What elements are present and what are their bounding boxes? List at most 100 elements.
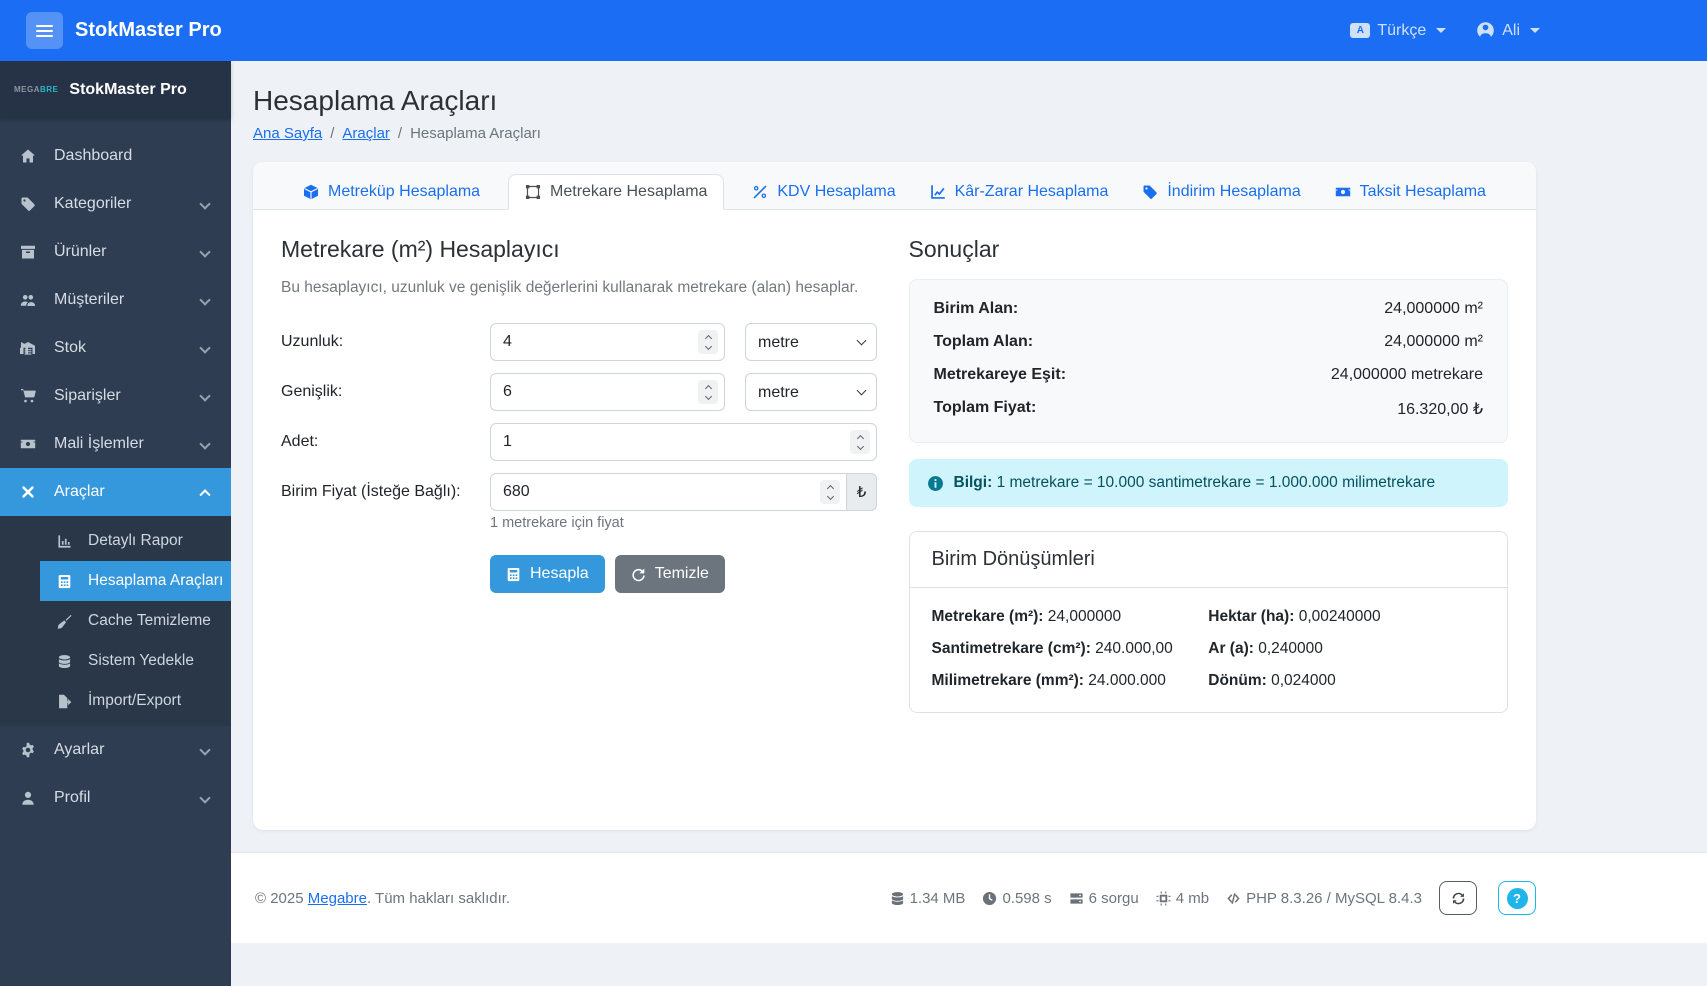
submenu-item-hesaplama-araclari[interactable]: Hesaplama Araçları xyxy=(40,561,231,601)
tab-metrekare-hesaplama[interactable]: Metrekare Hesaplama xyxy=(508,174,725,210)
conversion-row: Hektar (ha): 0,00240000 xyxy=(1208,608,1381,625)
length-unit-select[interactable]: metre xyxy=(745,323,877,361)
width-spinner[interactable] xyxy=(698,380,718,404)
width-label: Genişlik: xyxy=(281,383,343,400)
calculator-card: Metreküp Hesaplama Metrekare Hesaplama K… xyxy=(253,162,1536,830)
tab-kar-zarar-hesaplama[interactable]: Kâr-Zarar Hesaplama xyxy=(924,175,1115,209)
memory-stat: 1.34 MB xyxy=(890,890,965,907)
chevron-down-icon xyxy=(199,243,211,261)
sidebar-item-profil[interactable]: Profil xyxy=(0,774,231,822)
unit-price-spinner[interactable] xyxy=(820,480,840,504)
conversion-row: Dönüm: 0,024000 xyxy=(1208,672,1336,689)
result-row: Toplam Fiyat: 16.320,00 ₺ xyxy=(933,399,1484,418)
result-row: Birim Alan: 24,000000 m² xyxy=(933,300,1484,317)
chart-line-icon xyxy=(930,184,946,200)
clear-button[interactable]: Temizle xyxy=(614,555,725,593)
breadcrumb-ana-sayfa[interactable]: Ana Sayfa xyxy=(253,125,322,142)
width-input[interactable] xyxy=(490,373,725,411)
sidebar-item-dashboard[interactable]: Dashboard xyxy=(0,132,231,180)
refresh-button[interactable] xyxy=(1439,881,1477,915)
warehouse-icon xyxy=(20,340,46,356)
unit-price-input[interactable] xyxy=(490,473,847,511)
copyright: © 2025 Megabre. Tüm hakları saklıdır. xyxy=(255,889,511,907)
tab-kdv-hesaplama[interactable]: KDV Hesaplama xyxy=(746,175,901,209)
query-stat: 6 sorgu xyxy=(1069,890,1139,907)
quantity-input[interactable] xyxy=(490,423,877,461)
results-panel: Sonuçlar Birim Alan: 24,000000 m² Toplam… xyxy=(908,236,1508,713)
calculator-icon xyxy=(57,574,81,589)
tab-metrekup-hesaplama[interactable]: Metreküp Hesaplama xyxy=(297,175,486,209)
calculate-button[interactable]: Hesapla xyxy=(490,555,605,593)
clock-icon xyxy=(982,891,997,906)
width-unit-select[interactable]: metre xyxy=(745,373,877,411)
submenu-item-sistem-yedekle[interactable]: Sistem Yedekle xyxy=(0,641,231,681)
sidebar-item-urunler[interactable]: Ürünler xyxy=(0,228,231,276)
sidebar-item-kategoriler[interactable]: Kategoriler xyxy=(0,180,231,228)
quantity-spinner[interactable] xyxy=(850,430,870,454)
result-row: Toplam Alan: 24,000000 m² xyxy=(933,333,1484,350)
page-title: Hesaplama Araçları xyxy=(253,85,498,116)
chevron-down-icon xyxy=(199,789,211,807)
sidebar-item-mali-islemler[interactable]: Mali İşlemler xyxy=(0,420,231,468)
chevron-down-icon xyxy=(199,741,211,759)
calculator-form: Metrekare (m²) Hesaplayıcı Bu hesaplayıc… xyxy=(281,236,881,713)
sidebar-item-ayarlar[interactable]: Ayarlar xyxy=(0,726,231,774)
sidebar-item-stok[interactable]: Stok xyxy=(0,324,231,372)
question-icon: ? xyxy=(1506,887,1528,909)
unit-price-help: 1 metrekare için fiyat xyxy=(490,515,624,531)
results-box: Birim Alan: 24,000000 m² Toplam Alan: 24… xyxy=(908,279,1508,443)
result-row: Metrekareye Eşit: 24,000000 metrekare xyxy=(933,366,1484,383)
gear-icon xyxy=(20,742,46,758)
chevron-down-icon xyxy=(199,435,211,453)
help-button[interactable]: ? xyxy=(1498,881,1536,915)
breadcrumb: Ana Sayfa / Araçlar / Hesaplama Araçları xyxy=(253,125,541,142)
user-dropdown[interactable]: Ali xyxy=(1476,21,1540,40)
sidebar: MEGABRE StokMaster Pro Dashboard Kategor… xyxy=(0,61,231,986)
calculator-icon xyxy=(506,567,521,582)
araclar-submenu: Detaylı Rapor Hesaplama Araçları Cache T… xyxy=(0,516,231,726)
unit-price-label: Birim Fiyat (İsteğe Bağlı): xyxy=(281,483,461,500)
unit-conversions-card: Birim Dönüşümleri Metrekare (m²): 24,000… xyxy=(908,531,1508,713)
user-icon xyxy=(20,790,46,806)
home-icon xyxy=(20,148,46,164)
tags-icon xyxy=(20,196,46,212)
database-icon xyxy=(57,654,81,669)
version-stat: PHP 8.3.26 / MySQL 8.4.3 xyxy=(1226,890,1422,907)
sidebar-item-musteriler[interactable]: Müşteriler xyxy=(0,276,231,324)
sidebar-item-araclar[interactable]: Araçlar xyxy=(0,468,231,516)
tab-indirim-hesaplama[interactable]: İndirim Hesaplama xyxy=(1136,175,1306,209)
cube-icon xyxy=(303,184,319,200)
sidebar-brand[interactable]: MEGABRE StokMaster Pro xyxy=(0,61,231,118)
megabre-logo: MEGABRE xyxy=(14,85,59,94)
breadcrumb-araclar[interactable]: Araçlar xyxy=(342,125,390,142)
chart-bar-icon xyxy=(57,534,81,549)
conversions-title: Birim Dönüşümleri xyxy=(909,532,1507,588)
person-circle-icon xyxy=(1476,21,1495,40)
caret-down-icon xyxy=(1530,28,1540,33)
translate-icon: A xyxy=(1350,23,1371,38)
length-spinner[interactable] xyxy=(698,330,718,354)
submenu-item-cache-temizleme[interactable]: Cache Temizleme xyxy=(0,601,231,641)
time-stat: 0.598 s xyxy=(982,890,1052,907)
results-title: Sonuçlar xyxy=(908,236,1000,262)
calculator-title: Metrekare (m²) Hesaplayıcı xyxy=(281,236,560,262)
submenu-item-detayli-rapor[interactable]: Detaylı Rapor xyxy=(0,521,231,561)
tab-bar: Metreküp Hesaplama Metrekare Hesaplama K… xyxy=(253,162,1536,210)
conversion-row: Ar (a): 0,240000 xyxy=(1208,640,1323,657)
chevron-down-icon xyxy=(199,339,211,357)
chevron-down-icon xyxy=(199,387,211,405)
sidebar-item-siparisler[interactable]: Siparişler xyxy=(0,372,231,420)
hamburger-menu-button[interactable] xyxy=(26,12,63,49)
submenu-item-import-export[interactable]: İmport/Export xyxy=(0,681,231,721)
vector-square-icon xyxy=(525,184,541,200)
tab-taksit-hesaplama[interactable]: Taksit Hesaplama xyxy=(1329,175,1492,209)
length-input[interactable] xyxy=(490,323,725,361)
user-label: Ali xyxy=(1502,21,1520,39)
navbar-brand[interactable]: StokMaster Pro xyxy=(75,19,222,42)
hamburger-icon xyxy=(36,24,53,37)
length-label: Uzunluk: xyxy=(281,333,344,350)
language-label: Türkçe xyxy=(1377,21,1427,39)
main-content: Hesaplama Araçları Ana Sayfa / Araçlar /… xyxy=(231,61,1707,986)
language-dropdown[interactable]: A Türkçe xyxy=(1350,21,1447,40)
megabre-link[interactable]: Megabre xyxy=(308,890,367,907)
